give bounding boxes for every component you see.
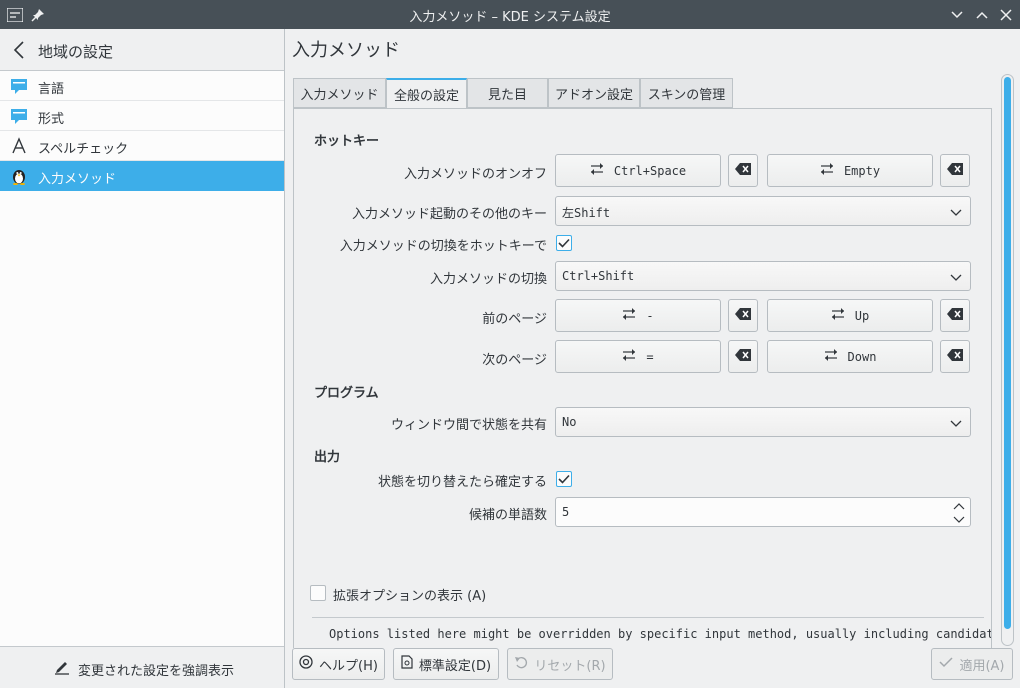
document-icon	[401, 655, 413, 673]
clear-icon	[947, 307, 963, 324]
close-button[interactable]	[996, 5, 1016, 25]
scrollbar[interactable]	[1001, 74, 1014, 646]
clear-icon	[735, 162, 751, 179]
pencil-icon	[54, 659, 70, 679]
toggle-key2-button[interactable]: Empty	[767, 154, 933, 187]
prev-page-label: 前のページ	[482, 312, 547, 327]
next-key1-clear-button[interactable]	[728, 340, 758, 373]
share-state-label: ウィンドウ間で状態を共有	[390, 418, 547, 433]
clear-icon	[735, 348, 751, 365]
switch-label: 入力メソッドの切換	[429, 272, 547, 287]
next-key2-button[interactable]: Down	[767, 340, 933, 373]
page-title: 入力メソッド	[292, 40, 400, 61]
toggle-label: 入力メソッドのオンオフ	[403, 167, 547, 182]
help-icon	[299, 655, 313, 673]
configure-icon	[820, 163, 834, 178]
candidate-count-spinbox[interactable]: 5	[555, 497, 971, 527]
speech-bubble-icon	[10, 107, 28, 125]
sidebar-item-label: 形式	[38, 112, 65, 127]
override-note: Options listed here might be overridden …	[329, 627, 992, 641]
sidebar-list: 言語 形式 スペルチェック 入力メソッド	[0, 71, 284, 646]
tab-skin-manager[interactable]: スキンの管理	[640, 78, 733, 108]
share-state-combo[interactable]: No	[555, 407, 971, 437]
sidebar-item-label: 言語	[38, 82, 65, 97]
switch-combo[interactable]: Ctrl+Shift	[555, 261, 971, 291]
next-page-label: 次のページ	[482, 353, 547, 368]
sidebar: 地域の設定 言語 形式 スペルチェック 入力メソッド 変更された設定を強調表示	[0, 29, 285, 688]
toggle-key1-button[interactable]: Ctrl+Space	[555, 154, 721, 187]
show-advanced-label: 拡張オプションの表示 (A)	[333, 589, 487, 604]
show-advanced-checkbox[interactable]	[310, 585, 326, 601]
highlight-changed-settings-button[interactable]: 変更された設定を強調表示	[0, 646, 284, 688]
candidate-count-label: 候補の単語数	[468, 508, 547, 523]
speech-bubble-icon	[10, 77, 28, 95]
switch-hotkey-check-label: 入力メソッドの切換をホットキーで	[339, 239, 547, 254]
section-hotkeys: ホットキー	[314, 134, 380, 149]
configure-icon	[824, 349, 838, 364]
commit-on-switch-checkbox[interactable]	[556, 471, 572, 487]
tab-general-settings[interactable]: 全般の設定	[386, 78, 467, 109]
sidebar-item-spellcheck[interactable]: スペルチェック	[0, 131, 284, 161]
clear-icon	[947, 162, 963, 179]
letter-a-icon	[10, 137, 28, 155]
prev-key1-button[interactable]: -	[555, 299, 721, 332]
clear-icon	[735, 307, 751, 324]
prev-key2-clear-button[interactable]	[940, 299, 970, 332]
section-output: 出力	[314, 450, 341, 465]
sidebar-item-label: スペルチェック	[38, 142, 129, 157]
minimize-button[interactable]	[947, 5, 967, 25]
separator	[312, 617, 984, 618]
spin-arrows-icon[interactable]	[952, 501, 966, 525]
sidebar-item-input-method[interactable]: 入力メソッド	[0, 161, 284, 191]
scrollbar-thumb[interactable]	[1004, 77, 1011, 629]
sidebar-item-language[interactable]: 言語	[0, 71, 284, 101]
settings-panel: ホットキー 入力メソッドのオンオフ Ctrl+Space Empty 入力メソッ…	[293, 108, 992, 648]
extra-key-combo[interactable]: 左Shift	[555, 196, 971, 226]
penguin-icon	[10, 167, 28, 185]
reset-button[interactable]: リセット(R)	[507, 648, 613, 680]
defaults-button[interactable]: 標準設定(D)	[393, 648, 499, 680]
configure-icon	[590, 163, 604, 178]
window-title: 入力メソッド – KDE システム設定	[409, 10, 611, 25]
next-key2-clear-button[interactable]	[940, 340, 970, 373]
highlight-changed-label: 変更された設定を強調表示	[78, 663, 235, 679]
prev-key2-button[interactable]: Up	[767, 299, 933, 332]
back-arrow-icon[interactable]	[12, 40, 30, 60]
sidebar-header[interactable]: 地域の設定	[0, 29, 284, 71]
commit-on-switch-label: 状態を切り替えたら確定する	[377, 475, 547, 490]
configure-icon	[831, 308, 845, 323]
tab-appearance[interactable]: 見た目	[467, 78, 548, 108]
configure-icon	[622, 308, 636, 323]
clear-icon	[947, 348, 963, 365]
maximize-button[interactable]	[972, 5, 992, 25]
chevron-down-icon	[950, 271, 962, 283]
prev-key1-clear-button[interactable]	[728, 299, 758, 332]
help-button[interactable]: ヘルプ(H)	[292, 648, 385, 680]
section-program: プログラム	[314, 386, 379, 401]
checkmark-icon	[939, 656, 953, 672]
next-key1-button[interactable]: =	[555, 340, 721, 373]
tab-input-methods[interactable]: 入力メソッド	[293, 78, 386, 108]
extra-key-label: 入力メソッド起動のその他のキー	[351, 207, 547, 222]
configure-icon	[622, 349, 636, 364]
switch-hotkey-checkbox[interactable]	[556, 235, 572, 251]
chevron-down-icon	[950, 206, 962, 218]
undo-icon	[514, 655, 528, 673]
sidebar-item-formats[interactable]: 形式	[0, 101, 284, 131]
toggle-key2-clear-button[interactable]	[940, 154, 970, 187]
title-bar: 入力メソッド – KDE システム設定	[0, 0, 1020, 29]
sidebar-header-title: 地域の設定	[38, 43, 114, 61]
tab-addon-settings[interactable]: アドオン設定	[548, 78, 640, 108]
toggle-key1-clear-button[interactable]	[728, 154, 758, 187]
sidebar-item-label: 入力メソッド	[38, 172, 117, 187]
chevron-down-icon	[950, 417, 962, 429]
apply-button[interactable]: 適用(A)	[931, 648, 1013, 680]
